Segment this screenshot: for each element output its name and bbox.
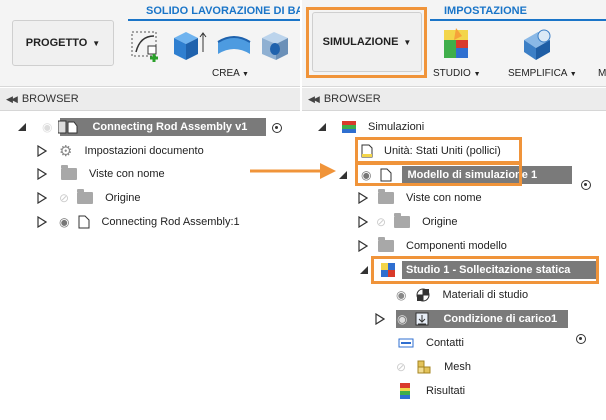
tree-root-right[interactable]: Simulazioni [316,117,424,137]
tree-item-materials[interactable]: ◉ Materiali di studio [396,285,528,305]
browser-header-left[interactable]: ◀◀ BROWSER [0,88,300,111]
folder-icon [61,165,77,180]
tree-item-contacts[interactable]: Contatti [398,333,464,353]
chevron-down-icon: ▼ [92,38,101,48]
expand-open-icon[interactable] [16,121,28,133]
expand-closed-icon[interactable] [375,313,385,325]
eye-hidden-icon[interactable]: ⊘ [396,360,406,374]
tree-item-mesh[interactable]: ⊘ Mesh [396,357,471,377]
folder-icon [378,237,394,252]
tree-item-label: Connecting Rod Assembly:1 [101,216,240,228]
tree-root-label: Simulazioni [368,121,425,133]
expand-closed-icon[interactable] [37,216,47,228]
collapse-icon[interactable]: ◀◀ [308,94,320,105]
load-case-icon [415,312,429,326]
expand-open-icon[interactable] [316,121,328,133]
gear-icon: ⚙ [59,143,73,160]
folder-icon [394,213,411,228]
tab-setup[interactable]: IMPOSTAZIONE [444,5,527,17]
expand-open-icon[interactable] [358,264,370,276]
browser-title: BROWSER [21,93,79,105]
sketch-icon [131,31,158,62]
expand-open-icon[interactable] [337,169,349,181]
eye-icon[interactable]: ◉ [59,215,69,229]
group-label-studio[interactable]: STUDIO ▼ [433,68,481,79]
create-tools-icons[interactable] [130,28,300,64]
highlight-study [371,256,599,284]
expand-closed-icon[interactable] [37,192,47,204]
tree-item-settings[interactable]: ⚙ Impostazioni documento [37,141,204,161]
tree-item-load-case[interactable]: ◉ Condizione di carico1 [375,309,557,329]
mesh-icon [417,360,431,374]
eye-icon[interactable]: ◉ [396,288,406,302]
eye-hidden-icon[interactable]: ⊘ [376,215,386,229]
tree-root-label: Connecting Rod Assembly v1 [92,121,248,133]
tree-item-label: Viste con nome [89,168,165,180]
group-label-crea[interactable]: CREA ▼ [212,68,249,79]
simplify-icon [524,29,551,60]
study-icon [444,28,468,58]
highlight-workspace [306,7,427,78]
tree-item-label: Risultati [426,385,466,397]
tree-item-component[interactable]: ◉ Connecting Rod Assembly:1 [37,212,240,232]
eye-icon[interactable]: ◉ [397,312,407,326]
extrude-icon [174,32,207,60]
workspace-label: PROGETTO [25,37,88,49]
expand-closed-icon[interactable] [358,240,368,252]
tree-item-named-views[interactable]: Viste con nome [358,188,482,208]
activate-radio[interactable] [576,334,586,344]
group-label-semplifica[interactable]: SEMPLIFICA ▼ [508,68,577,79]
collapse-icon[interactable]: ◀◀ [6,94,18,105]
tree-item-label: Mesh [444,361,471,373]
browser-title: BROWSER [323,93,381,105]
tree-item-label: Contatti [426,337,464,349]
material-icon [416,288,430,302]
expand-closed-icon[interactable] [37,168,47,180]
simulation-icon [342,121,356,133]
workspace-button-progetto[interactable]: PROGETTO ▼ [12,20,114,66]
tab-solid[interactable]: SOLIDO LAVORAZIONE DI BASE [146,5,300,17]
folder-icon [378,189,394,204]
expand-closed-icon[interactable] [358,216,368,228]
load-case-label: Condizione di carico1 [443,313,558,325]
tree-item-label: Viste con nome [406,192,482,204]
highlight-model [355,161,522,186]
contacts-icon [398,338,414,348]
assembly-icon [58,120,78,134]
tree-item-label: Origine [105,192,141,204]
revolve-icon [217,36,251,54]
tree-item-label: Componenti modello [406,240,507,252]
group-label-m[interactable]: M [598,68,606,79]
results-icon [400,383,410,399]
eye-hidden-icon[interactable]: ⊘ [59,191,69,205]
tree-item-label: Origine [422,216,458,228]
tree-item-components[interactable]: Componenti modello [358,236,507,256]
activate-radio[interactable] [272,123,282,133]
component-icon [78,215,90,229]
tree-item-named-views[interactable]: Viste con nome [37,164,165,184]
expand-closed-icon[interactable] [358,192,368,204]
hole-icon [262,32,288,60]
expand-closed-icon[interactable] [37,145,47,157]
tree-item-origin[interactable]: ⊘ Origine [358,212,458,232]
folder-icon [77,189,94,204]
tab-active-indicator [128,19,300,21]
setup-tools-icons[interactable] [436,26,606,66]
tree-item-results[interactable]: Risultati [400,381,465,401]
tree-root-left[interactable]: ◉ Connecting Rod Assembly v1 [16,117,247,137]
tree-item-label: Materiali di studio [442,289,529,301]
tab-active-indicator [430,19,606,21]
transition-arrow [250,163,336,179]
tree-item-label: Impostazioni documento [84,145,204,157]
browser-header-right[interactable]: ◀◀ BROWSER [302,88,606,111]
tree-item-origin[interactable]: ⊘ Origine [37,188,141,208]
activate-radio[interactable] [581,180,591,190]
eye-icon[interactable]: ◉ [42,120,52,134]
